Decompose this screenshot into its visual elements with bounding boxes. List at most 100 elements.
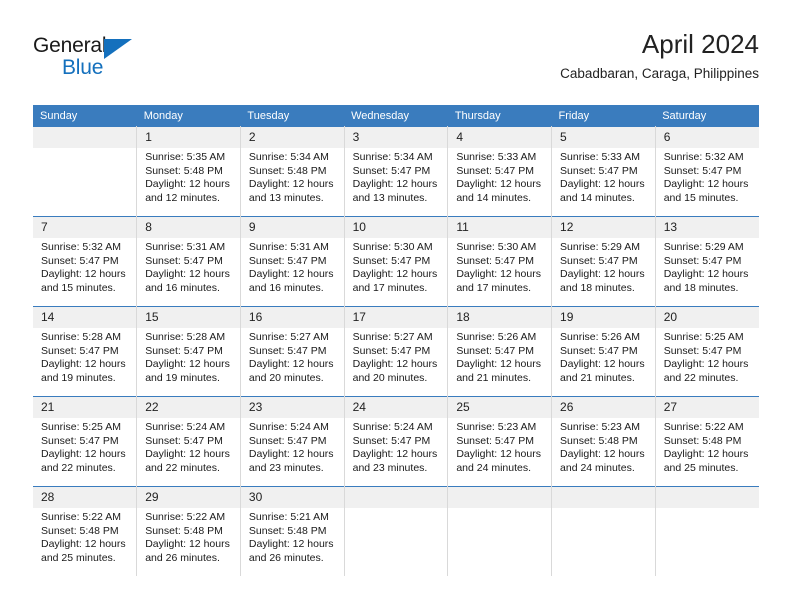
day-cell-empty (344, 486, 449, 576)
sunrise-line: Sunrise: 5:24 AM (352, 421, 433, 433)
sunrise-line: Sunrise: 5:29 AM (663, 241, 744, 253)
day-cell[interactable]: 13 Sunrise: 5:29 AM Sunset: 5:47 PM Dayl… (655, 216, 759, 307)
day-cell[interactable]: 27 Sunrise: 5:22 AM Sunset: 5:48 PM Dayl… (655, 396, 759, 487)
sunrise-line: Sunrise: 5:28 AM (41, 331, 121, 343)
sunset-line: Sunset: 5:47 PM (456, 434, 534, 447)
day-number: 4 (448, 127, 552, 148)
day-cell[interactable]: 23 Sunrise: 5:24 AM Sunset: 5:47 PM Dayl… (240, 396, 345, 487)
sunset-line: Sunset: 5:48 PM (41, 524, 119, 537)
day-cell[interactable]: 3 Sunrise: 5:34 AM Sunset: 5:47 PM Dayli… (344, 126, 449, 217)
day-cell[interactable]: 26 Sunrise: 5:23 AM Sunset: 5:48 PM Dayl… (551, 396, 656, 487)
sunrise-line: Sunrise: 5:25 AM (41, 421, 121, 433)
day-cell[interactable]: 6 Sunrise: 5:32 AM Sunset: 5:47 PM Dayli… (655, 126, 759, 217)
sunset-line: Sunset: 5:47 PM (456, 254, 534, 267)
day-number: 26 (552, 397, 655, 418)
sunrise-line: Sunrise: 5:27 AM (352, 331, 433, 343)
day-cell[interactable]: 17 Sunrise: 5:27 AM Sunset: 5:47 PM Dayl… (344, 306, 449, 397)
sunset-line: Sunset: 5:47 PM (456, 344, 534, 357)
daylight-line-1: Daylight: 12 hours (248, 358, 334, 370)
day-number: 23 (240, 397, 344, 418)
sunset-line: Sunset: 5:47 PM (145, 254, 223, 267)
day-cell[interactable]: 12 Sunrise: 5:29 AM Sunset: 5:47 PM Dayl… (551, 216, 656, 307)
daylight-line-1: Daylight: 12 hours (41, 358, 126, 370)
day-details: Sunrise: 5:28 AM Sunset: 5:47 PM Dayligh… (33, 328, 136, 385)
sunrise-line: Sunrise: 5:27 AM (248, 331, 329, 343)
day-cell[interactable]: 15 Sunrise: 5:28 AM Sunset: 5:47 PM Dayl… (136, 306, 241, 397)
day-cell[interactable]: 2 Sunrise: 5:34 AM Sunset: 5:48 PM Dayli… (240, 126, 345, 217)
day-details: Sunrise: 5:34 AM Sunset: 5:48 PM Dayligh… (241, 148, 344, 205)
sunrise-line: Sunrise: 5:30 AM (352, 241, 433, 253)
day-cell[interactable]: 7 Sunrise: 5:32 AM Sunset: 5:47 PM Dayli… (33, 216, 138, 307)
day-cell[interactable]: 1 Sunrise: 5:35 AM Sunset: 5:48 PM Dayli… (136, 126, 241, 217)
day-cell[interactable]: 10 Sunrise: 5:30 AM Sunset: 5:47 PM Dayl… (344, 216, 449, 307)
daylight-line-2: and 19 minutes. (41, 371, 116, 384)
sunset-line: Sunset: 5:47 PM (352, 254, 431, 267)
daylight-line-2: and 18 minutes. (560, 281, 635, 294)
title-block: April 2024 Cabadbaran, Caraga, Philippin… (560, 28, 759, 84)
daylight-line-2: and 17 minutes. (456, 281, 532, 294)
sunset-line: Sunset: 5:48 PM (663, 434, 742, 447)
weekday-header-sunday: Sunday (33, 105, 137, 127)
day-details: Sunrise: 5:31 AM Sunset: 5:47 PM Dayligh… (241, 238, 344, 295)
day-cell[interactable]: 21 Sunrise: 5:25 AM Sunset: 5:47 PM Dayl… (33, 396, 138, 487)
daylight-line-2: and 24 minutes. (560, 461, 635, 474)
daylight-line-1: Daylight: 12 hours (41, 538, 126, 550)
day-cell[interactable]: 8 Sunrise: 5:31 AM Sunset: 5:47 PM Dayli… (136, 216, 241, 307)
day-details: Sunrise: 5:29 AM Sunset: 5:47 PM Dayligh… (656, 238, 759, 295)
day-number: 20 (655, 307, 759, 328)
day-details: Sunrise: 5:29 AM Sunset: 5:47 PM Dayligh… (552, 238, 655, 295)
daylight-line-1: Daylight: 12 hours (145, 178, 230, 190)
daylight-line-1: Daylight: 12 hours (248, 538, 334, 550)
sunset-line: Sunset: 5:47 PM (352, 434, 431, 447)
sunset-line: Sunset: 5:48 PM (248, 524, 327, 537)
day-cell[interactable]: 19 Sunrise: 5:26 AM Sunset: 5:47 PM Dayl… (551, 306, 656, 397)
daylight-line-1: Daylight: 12 hours (663, 268, 749, 280)
weekday-header-wednesday: Wednesday (344, 105, 448, 127)
day-cell[interactable]: 5 Sunrise: 5:33 AM Sunset: 5:47 PM Dayli… (551, 126, 656, 217)
day-number: 22 (137, 397, 240, 418)
logo-text-general: General (33, 34, 107, 57)
weekday-header-saturday: Saturday (655, 105, 759, 127)
day-cell[interactable]: 20 Sunrise: 5:25 AM Sunset: 5:47 PM Dayl… (655, 306, 759, 397)
day-cell[interactable]: 28 Sunrise: 5:22 AM Sunset: 5:48 PM Dayl… (33, 486, 138, 576)
day-cell[interactable]: 9 Sunrise: 5:31 AM Sunset: 5:47 PM Dayli… (240, 216, 345, 307)
week-row: 7 Sunrise: 5:32 AM Sunset: 5:47 PM Dayli… (33, 216, 759, 307)
sunrise-line: Sunrise: 5:22 AM (663, 421, 744, 433)
daylight-line-2: and 22 minutes. (145, 461, 220, 474)
sunset-line: Sunset: 5:47 PM (663, 254, 742, 267)
day-details: Sunrise: 5:24 AM Sunset: 5:47 PM Dayligh… (241, 418, 344, 475)
day-cell[interactable]: 29 Sunrise: 5:22 AM Sunset: 5:48 PM Dayl… (136, 486, 241, 576)
day-cell[interactable]: 16 Sunrise: 5:27 AM Sunset: 5:47 PM Dayl… (240, 306, 345, 397)
day-cell[interactable]: 4 Sunrise: 5:33 AM Sunset: 5:47 PM Dayli… (447, 126, 553, 217)
day-number (33, 127, 137, 148)
day-number: 15 (137, 307, 240, 328)
sunrise-line: Sunrise: 5:21 AM (248, 511, 329, 523)
daylight-line-2: and 25 minutes. (41, 551, 116, 564)
day-number: 30 (240, 487, 344, 508)
sunrise-line: Sunrise: 5:22 AM (145, 511, 226, 523)
sunrise-line: Sunrise: 5:32 AM (663, 151, 744, 163)
daylight-line-2: and 23 minutes. (352, 461, 428, 474)
day-cell[interactable]: 30 Sunrise: 5:21 AM Sunset: 5:48 PM Dayl… (240, 486, 345, 576)
daylight-line-2: and 16 minutes. (248, 281, 324, 294)
generalblue-logo: General Blue (33, 34, 233, 88)
weekday-header-friday: Friday (551, 105, 656, 127)
day-cell[interactable]: 18 Sunrise: 5:26 AM Sunset: 5:47 PM Dayl… (447, 306, 553, 397)
sunset-line: Sunset: 5:47 PM (663, 344, 742, 357)
day-cell[interactable]: 25 Sunrise: 5:23 AM Sunset: 5:47 PM Dayl… (447, 396, 553, 487)
day-cell[interactable]: 11 Sunrise: 5:30 AM Sunset: 5:47 PM Dayl… (447, 216, 553, 307)
sunrise-line: Sunrise: 5:30 AM (456, 241, 537, 253)
daylight-line-2: and 14 minutes. (456, 191, 532, 204)
sunrise-line: Sunrise: 5:25 AM (663, 331, 744, 343)
day-details: Sunrise: 5:33 AM Sunset: 5:47 PM Dayligh… (552, 148, 655, 205)
calendar-header-row: Sunday Monday Tuesday Wednesday Thursday… (33, 105, 759, 127)
sunrise-line: Sunrise: 5:34 AM (352, 151, 433, 163)
day-number: 18 (448, 307, 552, 328)
day-cell[interactable]: 22 Sunrise: 5:24 AM Sunset: 5:47 PM Dayl… (136, 396, 241, 487)
sunset-line: Sunset: 5:47 PM (560, 164, 638, 177)
day-details: Sunrise: 5:30 AM Sunset: 5:47 PM Dayligh… (448, 238, 551, 295)
day-cell[interactable]: 14 Sunrise: 5:28 AM Sunset: 5:47 PM Dayl… (33, 306, 138, 397)
sunrise-line: Sunrise: 5:33 AM (560, 151, 640, 163)
daylight-line-1: Daylight: 12 hours (248, 268, 334, 280)
day-cell[interactable]: 24 Sunrise: 5:24 AM Sunset: 5:47 PM Dayl… (344, 396, 449, 487)
